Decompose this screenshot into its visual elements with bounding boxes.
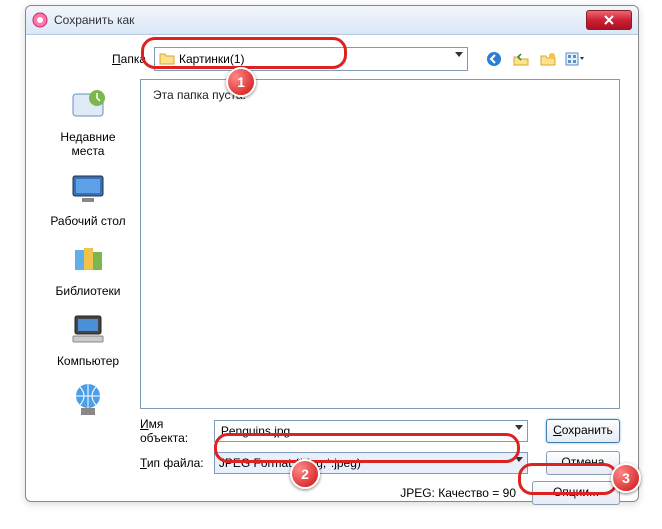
filename-combobox[interactable]: [214, 420, 528, 442]
annotation-marker-1: 1: [226, 67, 256, 97]
annotation-marker-2: 2: [290, 459, 320, 489]
new-folder-button[interactable]: [536, 47, 560, 71]
close-button[interactable]: [586, 10, 632, 30]
place-recent[interactable]: Недавние места: [43, 84, 133, 158]
network-icon: [67, 378, 109, 420]
place-libraries[interactable]: Библиотеки: [43, 238, 133, 298]
file-listing[interactable]: Эта папка пуста.: [140, 79, 620, 409]
libraries-icon: [67, 238, 109, 280]
folder-label: Папка: [98, 52, 146, 66]
place-label: Библиотеки: [43, 284, 133, 298]
options-button[interactable]: Опции...: [532, 481, 620, 505]
place-label: Рабочий стол: [43, 214, 133, 228]
folder-value: Картинки(1): [179, 52, 245, 66]
filetype-combobox[interactable]: JPEG Format (*.jpg;*.jpeg): [214, 452, 528, 474]
app-icon: [32, 12, 48, 28]
recent-icon: [67, 84, 109, 126]
window-title: Сохранить как: [54, 13, 586, 27]
desktop-icon: [67, 168, 109, 210]
save-as-dialog: Сохранить как Папка Картинки(1): [25, 5, 639, 502]
up-button[interactable]: [509, 47, 533, 71]
place-label: Компьютер: [43, 354, 133, 368]
folder-combobox[interactable]: Картинки(1): [154, 47, 468, 71]
save-button[interactable]: Сохранить: [546, 419, 620, 443]
quality-text: JPEG: Качество = 90: [400, 486, 516, 500]
annotation-marker-3: 3: [611, 463, 641, 493]
place-computer[interactable]: Компьютер: [43, 308, 133, 368]
filetype-label: Тип файла:: [140, 456, 214, 470]
places-bar: Недавние места Рабочий стол Библиотеки К…: [38, 79, 138, 409]
back-button[interactable]: [482, 47, 506, 71]
chevron-down-icon: [515, 457, 523, 462]
cancel-button[interactable]: Отмена: [546, 451, 620, 475]
chevron-down-icon: [515, 425, 523, 430]
place-network[interactable]: [43, 378, 133, 424]
folder-icon: [159, 51, 175, 67]
filename-label: Имя объекта:: [140, 417, 214, 445]
titlebar[interactable]: Сохранить как: [26, 6, 638, 35]
view-menu-button[interactable]: [563, 47, 587, 71]
place-desktop[interactable]: Рабочий стол: [43, 168, 133, 228]
place-label: Недавние места: [43, 130, 133, 158]
filetype-value: JPEG Format (*.jpg;*.jpeg): [219, 456, 361, 470]
filename-input[interactable]: [219, 423, 509, 439]
computer-icon: [67, 308, 109, 350]
chevron-down-icon: [455, 52, 463, 57]
